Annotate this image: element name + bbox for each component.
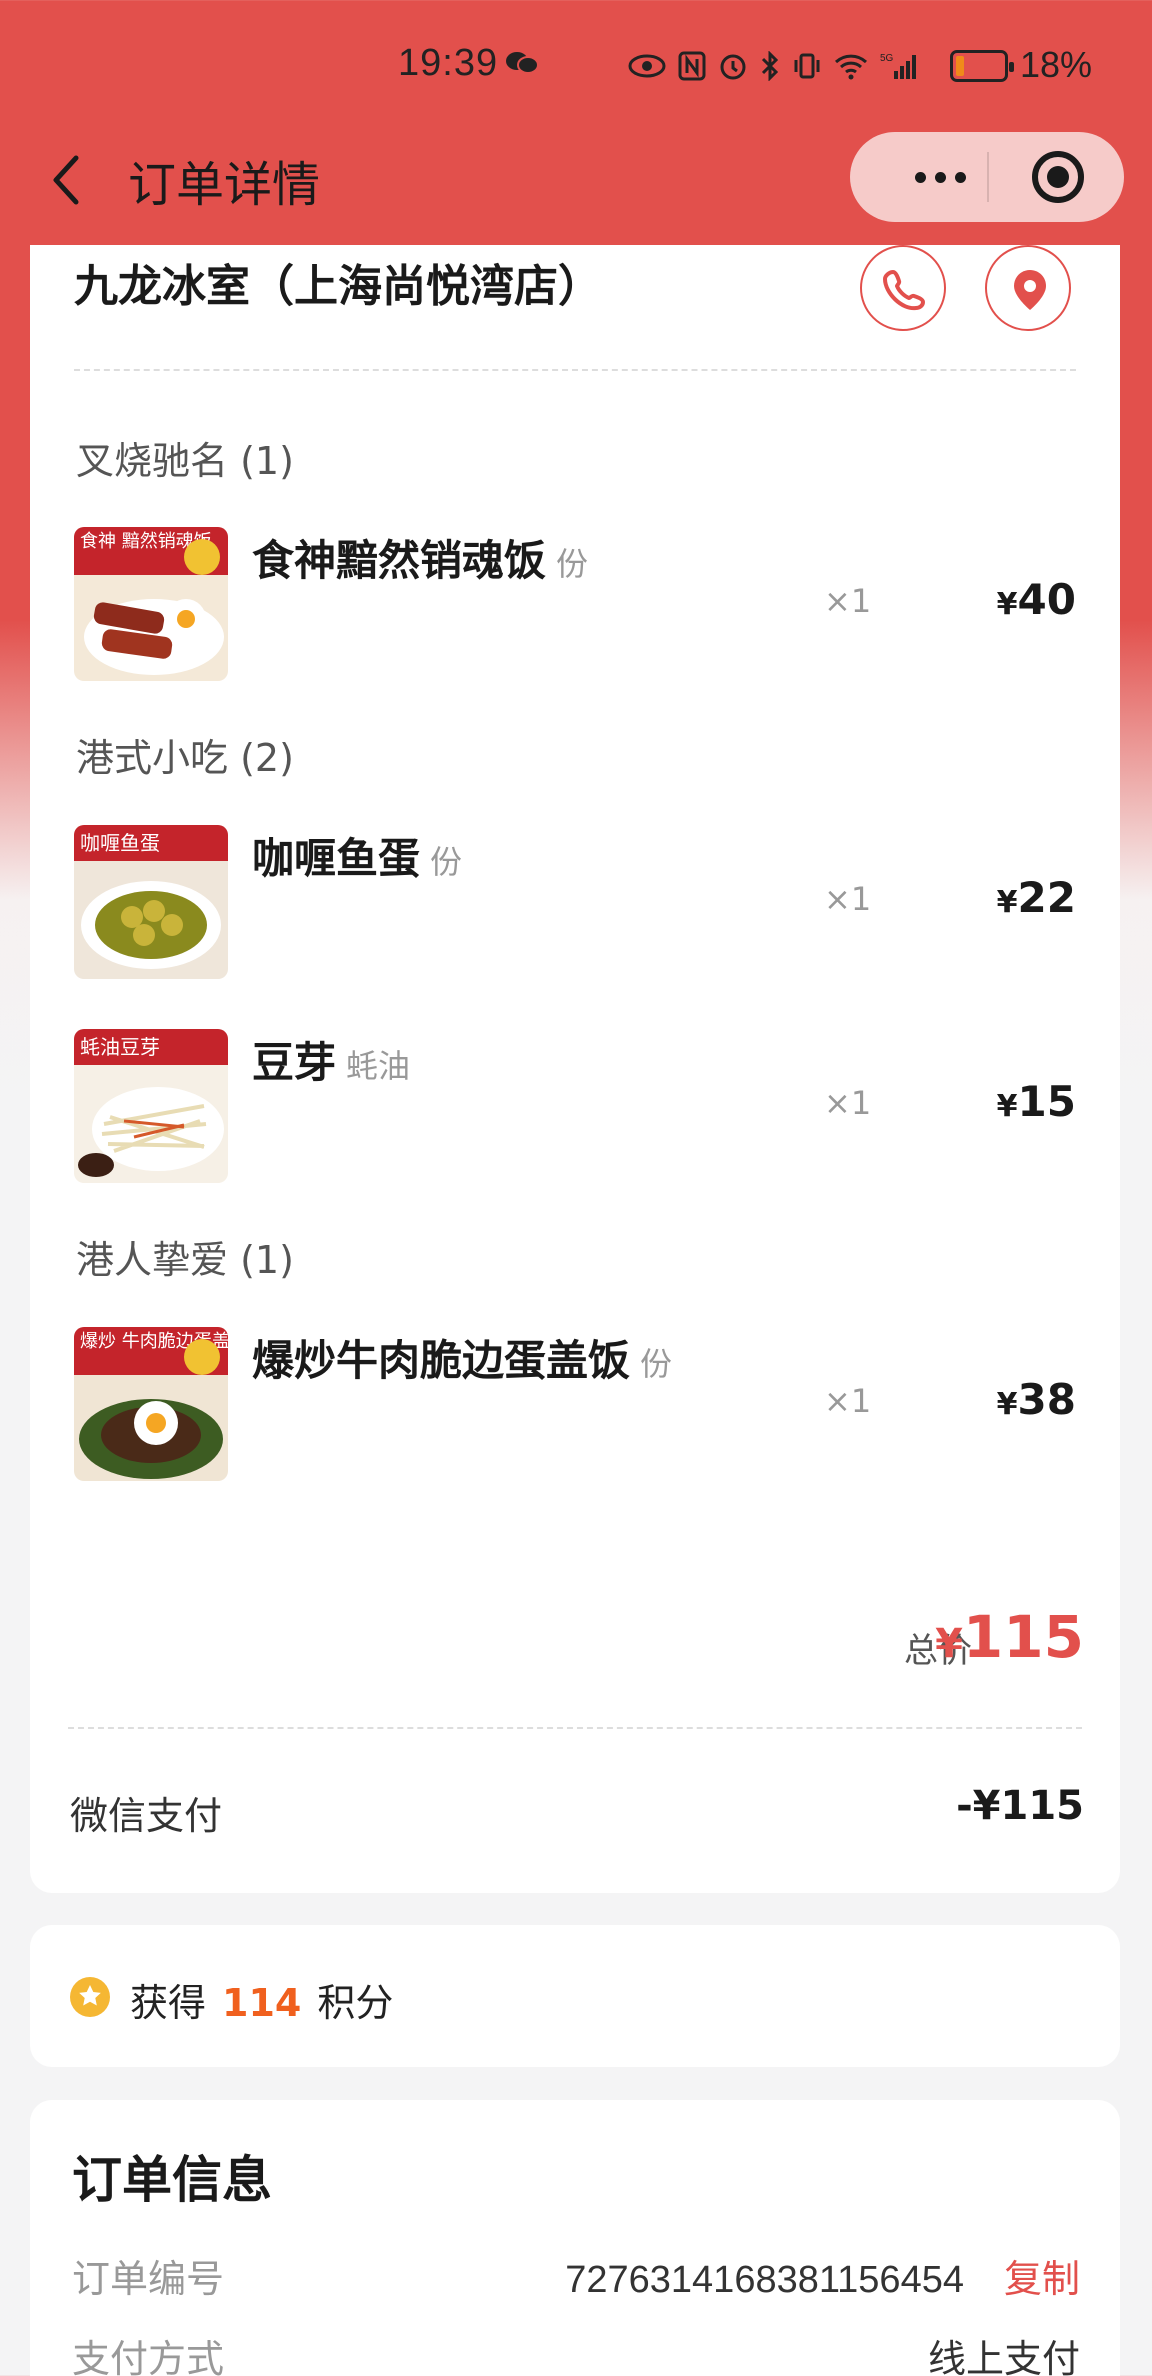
points-text: 获得 114 积分 — [130, 1972, 393, 2027]
status-time: 19:39 — [398, 42, 499, 84]
item-spec: 份 — [556, 545, 589, 583]
store-name: 九龙冰室（上海尚悦湾店） — [74, 261, 602, 312]
category-label: 港式小吃 (2) — [76, 736, 294, 780]
signal-icon: 5G — [880, 53, 916, 79]
item-quantity: ×1 — [824, 582, 872, 620]
bluetooth-icon — [761, 51, 779, 81]
divider — [74, 369, 1076, 371]
payment-method-info-value: 线上支付 — [927, 2339, 1080, 2376]
alarm-icon — [720, 54, 746, 80]
status-icons: 5G — [628, 46, 916, 86]
more-icon[interactable] — [890, 132, 990, 222]
page-title: 订单详情 — [128, 157, 321, 213]
item-price-value: 15 — [1017, 1077, 1076, 1126]
order-item: 食神 黯然销魂饭 食神黯然销魂饭份 ×1 ¥40 — [74, 527, 1076, 683]
eye-icon — [628, 54, 666, 78]
order-item: 蚝油豆芽 豆芽 蚝油 ×1 ¥15 — [74, 1029, 1076, 1185]
call-store-button[interactable] — [860, 245, 946, 331]
item-name-text: 咖喱鱼蛋 — [252, 834, 421, 883]
total-price-value: 115 — [962, 1603, 1084, 1671]
dish-photo: 咖喱鱼蛋 — [74, 825, 228, 979]
dish-photo: 蚝油豆芽 — [74, 1029, 228, 1183]
order-card: 九龙冰室（上海尚悦湾店） 叉烧驰名 (1) 食神 黯然销魂饭 食神黯然销魂饭份 … — [30, 245, 1120, 1893]
item-name-text: 食神黯然销魂饭 — [252, 536, 547, 585]
capsule-close-icon[interactable] — [1032, 151, 1084, 203]
phone-icon — [883, 270, 925, 311]
dish-photo: 食神 黯然销魂饭 — [74, 527, 228, 681]
payment-method-label: 微信支付 — [70, 1794, 223, 1838]
location-icon — [1014, 270, 1046, 310]
wifi-icon — [834, 54, 868, 80]
item-quantity: ×1 — [824, 1382, 872, 1420]
dish-photo: 爆炒 牛肉脆边蛋盖饭 — [74, 1327, 228, 1481]
item-name: 豆芽 蚝油 — [252, 1029, 410, 1090]
copy-order-number-button[interactable]: 复制 — [1004, 2257, 1080, 2301]
item-price-value: 38 — [1017, 1375, 1076, 1424]
item-price: ¥22 — [997, 873, 1076, 922]
currency-symbol: ¥ — [996, 587, 1018, 622]
back-icon[interactable] — [46, 150, 86, 210]
order-item: 爆炒 牛肉脆边蛋盖饭 爆炒牛肉脆边蛋盖饭份 ×1 ¥38 — [74, 1327, 1076, 1483]
battery-icon — [950, 50, 1014, 82]
item-price-value: 40 — [1017, 575, 1076, 624]
item-spec: 份 — [430, 843, 463, 881]
points-prefix: 获得 — [130, 1981, 207, 2025]
order-number-label: 订单编号 — [72, 2257, 225, 2301]
item-spec: 份 — [640, 1345, 673, 1383]
order-info-title: 订单信息 — [72, 2151, 272, 2209]
payment-amount: -¥115 — [956, 1783, 1084, 1829]
order-number-value: 7276314168381156454 — [565, 2259, 964, 2301]
divider — [68, 1727, 1082, 1729]
battery-percent: 18% — [1020, 44, 1093, 85]
item-name-text: 爆炒牛肉脆边蛋盖饭 — [252, 1336, 631, 1385]
item-name: 爆炒牛肉脆边蛋盖饭份 — [252, 1327, 672, 1388]
item-name: 咖喱鱼蛋份 — [252, 825, 462, 886]
points-value: 114 — [222, 1981, 302, 2025]
mini-program-capsule — [850, 132, 1124, 222]
nfc-icon — [678, 51, 706, 81]
order-number-value-group: 7276314168381156454 复制 — [565, 2248, 1080, 2303]
payment-method-info-label: 支付方式 — [72, 2337, 225, 2376]
order-item: 咖喱鱼蛋 咖喱鱼蛋份 ×1 ¥22 — [74, 825, 1076, 981]
item-name-text: 豆芽 — [252, 1038, 337, 1087]
thumb-caption: 蚝油豆芽 — [80, 1035, 160, 1059]
vibrate-icon — [794, 53, 820, 79]
item-spec: 蚝油 — [346, 1047, 411, 1085]
item-price-value: 22 — [1017, 873, 1076, 922]
points-card: 获得 114 积分 — [30, 1925, 1120, 2067]
item-price: ¥15 — [997, 1077, 1076, 1126]
item-name: 食神黯然销魂饭份 — [252, 527, 588, 588]
currency-symbol: ¥ — [935, 1621, 963, 1667]
category-label: 叉烧驰名 (1) — [76, 439, 294, 483]
item-price: ¥38 — [997, 1375, 1076, 1424]
message-icon — [506, 52, 539, 74]
currency-symbol: ¥ — [996, 885, 1018, 920]
svg-text:5G: 5G — [880, 53, 894, 64]
item-quantity: ×1 — [824, 1084, 872, 1122]
currency-symbol: ¥ — [996, 1387, 1018, 1422]
store-location-button[interactable] — [985, 245, 1071, 331]
item-quantity: ×1 — [824, 880, 872, 918]
points-star-icon — [70, 1977, 110, 2017]
total-price: ¥115 — [935, 1603, 1084, 1671]
status-bar: 19:39 5G 18% — [0, 0, 1152, 130]
currency-symbol: ¥ — [996, 1089, 1018, 1124]
item-price: ¥40 — [997, 575, 1076, 624]
battery-fill — [956, 56, 964, 76]
category-label: 港人挚爱 (1) — [76, 1238, 294, 1282]
points-suffix: 积分 — [317, 1981, 394, 2025]
order-info-card: 订单信息 订单编号 7276314168381156454 复制 支付方式 线上支… — [30, 2100, 1120, 2376]
thumb-caption: 咖喱鱼蛋 — [80, 831, 160, 855]
